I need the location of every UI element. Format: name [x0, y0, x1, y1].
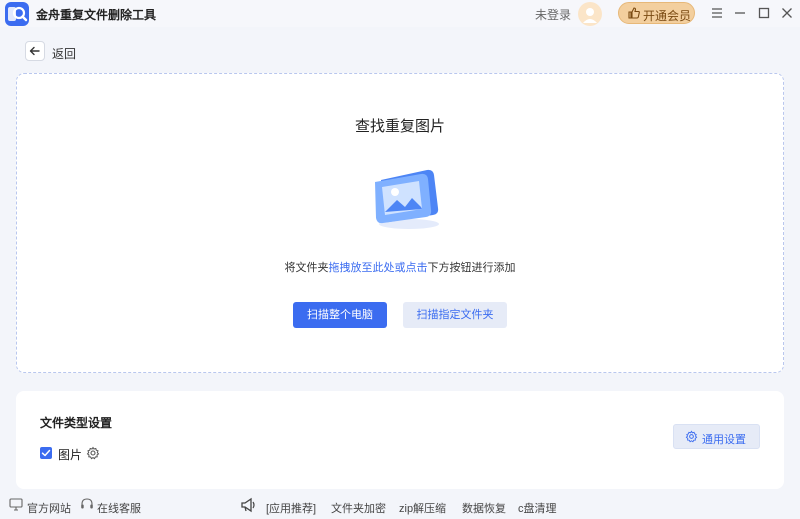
general-settings-label: 通用设置 [702, 434, 746, 446]
avatar-icon[interactable] [578, 2, 602, 26]
headset-icon [80, 498, 94, 514]
settings-title: 文件类型设置 [40, 416, 113, 430]
image-type-label[interactable]: 图片 [58, 446, 82, 463]
monitor-icon [9, 498, 23, 514]
thumbs-up-icon [627, 6, 641, 25]
settings-gear-icon [685, 430, 698, 446]
login-link[interactable]: 未登录 [535, 6, 571, 23]
file-type-settings-panel: 文件类型设置 图片 通用设置 [16, 391, 784, 489]
hint-link[interactable]: 拖拽放至此处或点击 [329, 262, 428, 274]
general-settings-button[interactable]: 通用设置 [673, 424, 760, 449]
maximize-icon[interactable] [755, 4, 773, 22]
megaphone-icon [240, 497, 258, 516]
menu-icon[interactable] [708, 4, 726, 22]
vip-label: 开通会员 [643, 9, 692, 23]
scan-folder-button[interactable]: 扫描指定文件夹 [403, 302, 507, 328]
image-folder-icon [367, 162, 447, 232]
back-button[interactable] [25, 41, 45, 61]
footer-link-zip[interactable]: zip解压缩 [399, 500, 446, 516]
hint-prefix: 将文件夹 [284, 262, 329, 274]
hint-suffix: 下方按钮进行添加 [427, 262, 516, 274]
footer-link-c-drive-clean[interactable]: c盘清理 [518, 500, 557, 516]
drop-hint: 将文件夹拖拽放至此处或点击下方按钮进行添加 [17, 259, 783, 275]
close-icon[interactable] [778, 4, 796, 22]
app-title: 金舟重复文件删除工具 [36, 8, 157, 22]
title-bar: 金舟重复文件删除工具 未登录 开通会员 [0, 0, 800, 27]
arrow-left-icon [29, 46, 40, 56]
website-link[interactable]: 官方网站 [27, 500, 71, 516]
app-logo-icon [5, 2, 29, 26]
footer: 官方网站 在线客服 [应用推荐] 文件夹加密 zip解压缩 数据恢复 c盘清理 [0, 495, 800, 519]
vip-button[interactable]: 开通会员 [618, 2, 695, 24]
app-recommend-label: [应用推荐] [266, 503, 317, 515]
scan-computer-button[interactable]: 扫描整个电脑 [293, 302, 387, 328]
minimize-icon[interactable] [731, 4, 749, 22]
footer-link-folder-encrypt[interactable]: 文件夹加密 [331, 500, 386, 516]
footer-link-data-recovery[interactable]: 数据恢复 [462, 500, 506, 516]
gear-icon[interactable] [86, 446, 100, 460]
drop-zone[interactable]: 查找重复图片 将文件夹拖拽放至此处或点击下方按钮进行添加 扫描整个电脑 扫描指定… [16, 73, 784, 373]
checkmark-icon [41, 449, 51, 457]
support-link[interactable]: 在线客服 [97, 500, 141, 516]
image-type-checkbox[interactable] [40, 447, 52, 459]
page-title: 查找重复图片 [354, 118, 445, 135]
back-label[interactable]: 返回 [52, 45, 76, 62]
